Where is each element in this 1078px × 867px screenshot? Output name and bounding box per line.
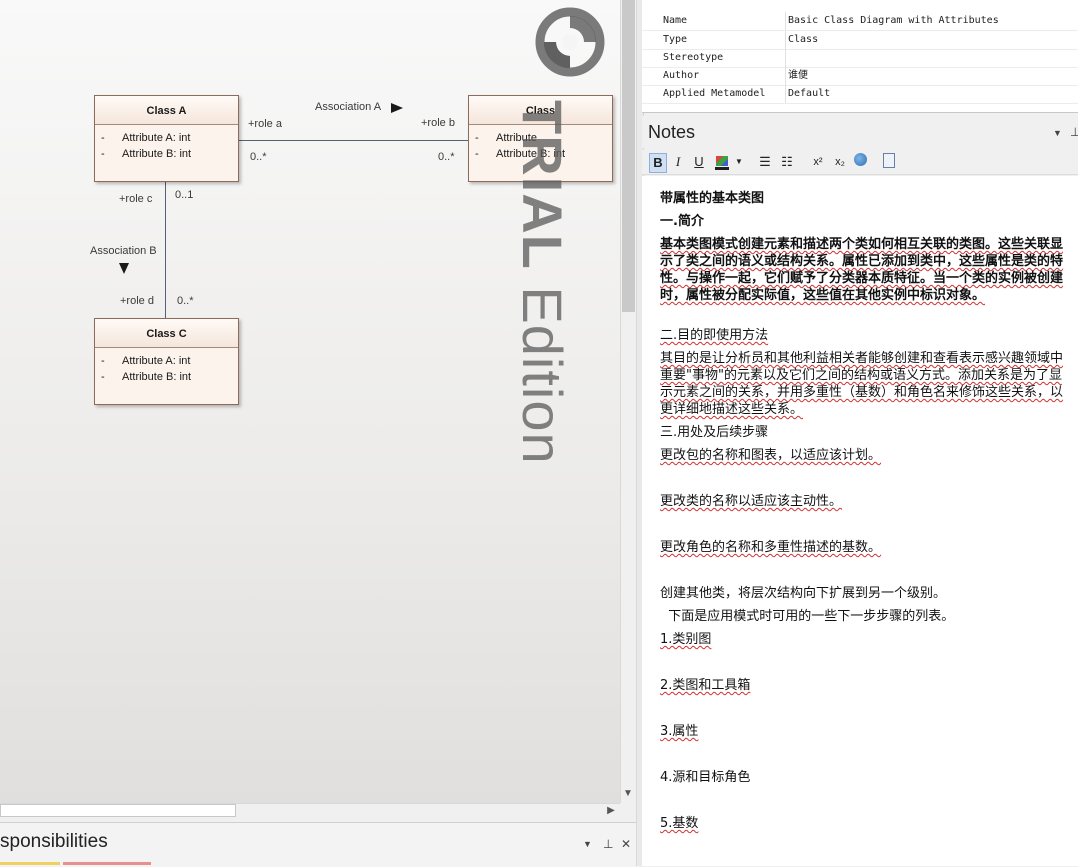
role-d-label: +role d bbox=[120, 295, 154, 307]
panel-dropdown-icon[interactable]: ▼ bbox=[583, 839, 592, 849]
document-icon[interactable] bbox=[881, 153, 897, 171]
notes-pin-icon[interactable]: ⊥ bbox=[1070, 125, 1078, 139]
multiplicity-a-label: 0..* bbox=[250, 151, 267, 163]
notes-paragraph: 更改角色的名称和多重性描述的基数。 bbox=[660, 540, 882, 555]
font-color-icon[interactable] bbox=[714, 153, 730, 171]
numbered-list-icon[interactable]: ☷ bbox=[778, 153, 796, 171]
scroll-right-arrow-icon[interactable]: ▶ bbox=[603, 803, 619, 819]
notes-paragraph: 4.源和目标角色 bbox=[660, 770, 751, 785]
association-b-direction-icon bbox=[119, 263, 129, 274]
property-row[interactable]: Stereotype bbox=[642, 49, 1078, 68]
superscript-button[interactable]: x² bbox=[809, 153, 827, 171]
class-a-box[interactable]: Class A - Attribute A: int - Attribute B: … bbox=[94, 95, 239, 182]
class-a-attribute[interactable]: - Attribute A: int bbox=[95, 130, 238, 146]
notes-paragraph: 三.用处及后续步骤 bbox=[660, 425, 769, 440]
tab-indicator bbox=[0, 862, 60, 865]
notes-dropdown-icon[interactable]: ▼ bbox=[1053, 128, 1062, 138]
notes-paragraph: 更改类的名称以适应该主动性。 bbox=[660, 494, 843, 509]
bullet-list-icon[interactable]: ☰ bbox=[756, 153, 774, 171]
property-row[interactable]: Author 谁便 bbox=[642, 67, 1078, 86]
association-a-direction-icon bbox=[391, 103, 403, 113]
italic-button[interactable]: I bbox=[670, 153, 686, 171]
panel-pin-icon[interactable]: ⊥ bbox=[603, 837, 613, 851]
underline-button[interactable]: U bbox=[691, 153, 707, 171]
bold-button[interactable]: B bbox=[649, 153, 667, 173]
notes-paragraph: 2.类图和工具箱 bbox=[660, 678, 751, 693]
panel-close-icon[interactable]: ✕ bbox=[621, 837, 631, 851]
property-row[interactable]: Type Class bbox=[642, 31, 1078, 50]
class-a-attribute[interactable]: - Attribute B: int bbox=[95, 146, 238, 162]
diagram-canvas[interactable]: Association A +role a +role b 0..* 0..* … bbox=[0, 0, 620, 803]
notes-paragraph: 5.基数 bbox=[660, 816, 699, 831]
scroll-down-arrow-icon[interactable]: ▼ bbox=[620, 786, 636, 802]
notes-paragraph: 创建其他类，将层次结构向下扩展到另一个级别。 bbox=[660, 586, 947, 601]
properties-grid: Name Basic Class Diagram with Attributes … bbox=[642, 0, 1078, 113]
notes-paragraph: 二.目的即使用方法 bbox=[660, 328, 769, 343]
notes-paragraph: 3.属性 bbox=[660, 724, 699, 739]
horizontal-scroll-thumb[interactable] bbox=[0, 804, 236, 817]
class-c-attribute[interactable]: - Attribute A: int bbox=[95, 353, 238, 369]
role-c-label: +role c bbox=[119, 193, 153, 205]
association-a-label: Association A bbox=[315, 101, 382, 113]
notes-header: Notes ▼ ⊥ bbox=[642, 116, 1078, 148]
class-a-name: Class A bbox=[95, 96, 238, 125]
role-a-label: +role a bbox=[248, 118, 282, 130]
watermark-logo-icon bbox=[535, 7, 605, 77]
association-b-line[interactable] bbox=[165, 181, 166, 318]
notes-paragraph: 一.简介 bbox=[660, 214, 704, 229]
multiplicity-b-label: 0..* bbox=[438, 151, 455, 163]
responsibilities-panel: sponsibilities ▼ ⊥ ✕ bbox=[0, 822, 640, 867]
hyperlink-icon[interactable] bbox=[851, 153, 869, 171]
association-a-line[interactable] bbox=[238, 140, 468, 141]
notes-paragraph: 1.类别图 bbox=[660, 632, 712, 647]
vertical-scroll-thumb[interactable] bbox=[622, 0, 635, 312]
trial-edition-watermark: TRIAL Edition bbox=[511, 100, 574, 465]
tab-indicator bbox=[63, 862, 151, 865]
multiplicity-c-label: 0..1 bbox=[175, 189, 194, 201]
multiplicity-d-label: 0..* bbox=[177, 295, 194, 307]
subscript-button[interactable]: x₂ bbox=[831, 153, 849, 171]
association-b-label: Association B bbox=[90, 245, 157, 257]
notes-title: Notes bbox=[648, 122, 696, 142]
notes-editor[interactable]: 带属性的基本类图 一.简介 基本类图模式创建元素和描述两个类如何相互关联的类图。… bbox=[642, 176, 1078, 866]
notes-paragraph: 带属性的基本类图 bbox=[660, 191, 765, 206]
panel-title: sponsibilities bbox=[0, 831, 108, 852]
font-color-dropdown-icon[interactable]: ▼ bbox=[734, 153, 744, 171]
notes-paragraph: 其目的是让分析员和其他利益相关者能够创建和查看表示感兴趣领域中重要"事物"的元素… bbox=[660, 351, 1064, 417]
role-b-label: +role b bbox=[421, 117, 455, 129]
notes-paragraph: 更改包的名称和图表，以适应该计划。 bbox=[660, 448, 882, 463]
class-c-name: Class C bbox=[95, 319, 238, 348]
property-row[interactable]: Name Basic Class Diagram with Attributes bbox=[642, 12, 1078, 31]
class-c-box[interactable]: Class C - Attribute A: int - Attribute B: … bbox=[94, 318, 239, 405]
class-c-attribute[interactable]: - Attribute B: int bbox=[95, 369, 238, 385]
notes-paragraph: 基本类图模式创建元素和描述两个类如何相互关联的类图。这些关联显示了类之间的语义或… bbox=[660, 237, 1064, 303]
notes-toolbar: B I U ▼ ☰ ☷ x² x₂ bbox=[642, 150, 1078, 175]
notes-paragraph: 下面是应用模式时可用的一些下一步步骤的列表。 bbox=[660, 609, 955, 624]
property-row[interactable]: Applied Metamodel Default bbox=[642, 85, 1078, 104]
